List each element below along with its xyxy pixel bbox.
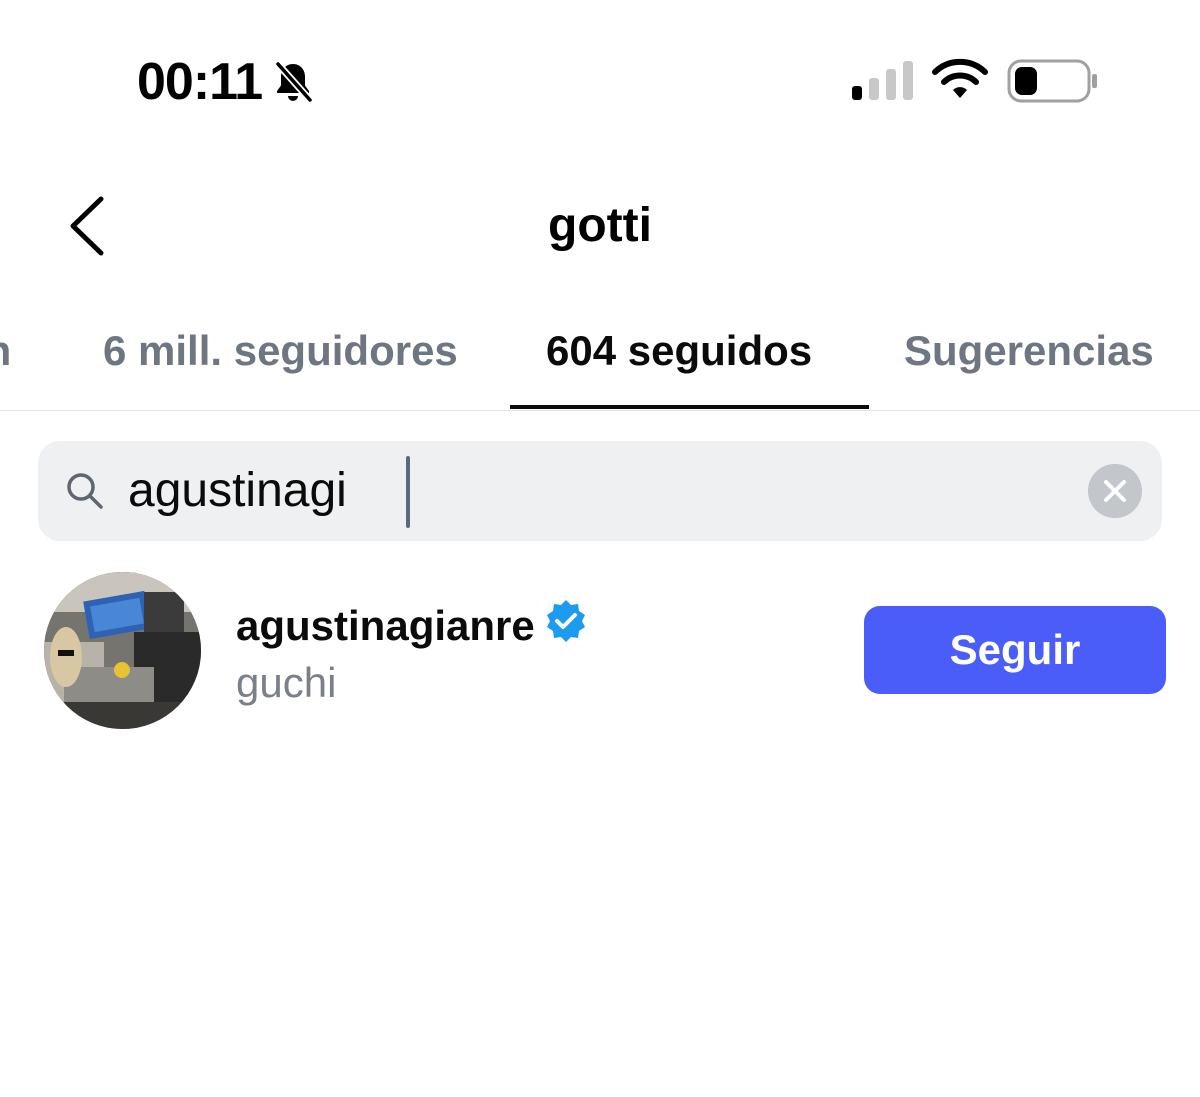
clear-search-button[interactable] (1088, 464, 1142, 518)
page-title: gotti (548, 199, 652, 252)
battery-icon (1007, 59, 1097, 103)
bell-slash-icon (274, 60, 314, 104)
status-time: 00:11 (137, 53, 263, 111)
tab-following[interactable]: 604 seguidos (546, 324, 812, 378)
search-bar[interactable] (38, 441, 1162, 541)
full-name: guchi (236, 659, 337, 706)
verified-badge-icon (546, 600, 585, 642)
search-icon (67, 473, 103, 509)
tab-bar: un 6 mill. seguidores 604 seguidos Suger… (0, 310, 1200, 411)
active-tab-indicator (510, 405, 869, 409)
follow-button[interactable]: Seguir (864, 606, 1166, 694)
wifi-icon (932, 58, 988, 98)
status-bar: 00:11 (0, 0, 1200, 160)
tab-followers[interactable]: 6 mill. seguidores (103, 324, 458, 378)
search-input[interactable] (128, 459, 1078, 523)
tab-suggestions[interactable]: Sugerencias (904, 324, 1154, 378)
text-cursor (406, 456, 410, 528)
list-item[interactable]: agustinagianre guchi Seguir (0, 570, 1200, 732)
cellular-signal-icon (852, 61, 913, 100)
avatar[interactable] (44, 572, 201, 729)
tab-mutual[interactable]: un (0, 324, 11, 378)
username-line: agustinagianre (236, 598, 589, 649)
username[interactable]: agustinagianre (236, 602, 535, 649)
